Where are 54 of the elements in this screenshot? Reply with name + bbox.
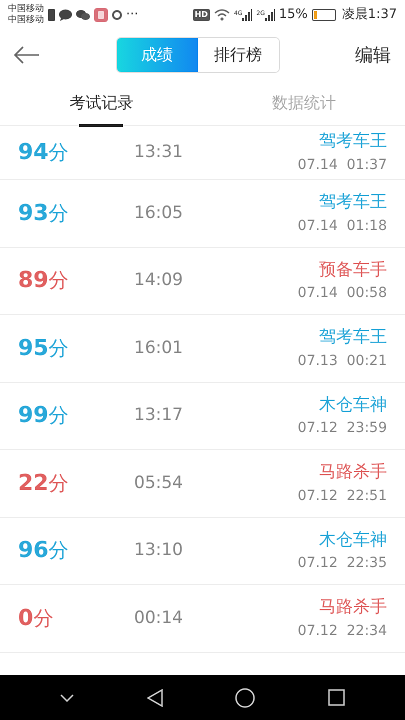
messenger-icon [76, 9, 90, 21]
battery-percent: 15% [278, 6, 308, 24]
wifi-icon [214, 9, 230, 21]
clock: 凌晨1:37 [342, 6, 397, 24]
date-text: 07.12 23:59 [298, 419, 387, 438]
carrier-label: 中国移动 [8, 15, 44, 26]
score-text: 22分 [18, 470, 70, 498]
date-text: 07.13 00:21 [298, 352, 387, 370]
signal-icon [242, 9, 252, 21]
rank-title: 驾考车王 [319, 130, 387, 154]
date-text: 07.12 22:35 [298, 554, 387, 573]
recents-square-icon[interactable] [328, 689, 345, 706]
score-text: 89分 [18, 267, 70, 296]
battery-icon [312, 9, 336, 21]
rank-title: 木仓车神 [319, 394, 387, 416]
carrier-label: 中国移动 [8, 4, 44, 14]
duration-text: 05:54 [134, 472, 183, 492]
duration-text: 13:10 [134, 540, 183, 560]
edit-button[interactable]: 编辑 [355, 42, 391, 68]
more-icon: ··· [126, 5, 138, 25]
circle-icon [112, 10, 122, 20]
duration-text: 14:09 [134, 270, 183, 290]
rank-title: 马路杀手 [319, 596, 387, 619]
duration-text: 16:05 [134, 202, 183, 222]
app-icon [94, 8, 108, 22]
score-text: 99分 [18, 402, 70, 430]
chevron-down-icon[interactable] [60, 694, 74, 702]
score-text: 96分 [18, 537, 70, 566]
rank-title: 驾考车王 [319, 326, 387, 349]
rank-title: 木仓车神 [319, 528, 387, 552]
score-text: 95分 [18, 334, 70, 363]
duration-text: 13:31 [134, 142, 183, 162]
hd-badge: HD [192, 9, 210, 21]
duration-text: 16:01 [134, 338, 183, 358]
rank-title: 驾考车王 [319, 191, 387, 214]
date-text: 07.14 01:37 [298, 156, 387, 175]
tab[interactable]: 考试记录 [65, 80, 138, 126]
sim-card-icon [48, 9, 55, 21]
duration-text: 00:14 [134, 608, 183, 628]
home-circle-icon[interactable] [235, 688, 256, 708]
date-text: 07.14 00:58 [298, 284, 387, 303]
score-text: 0分 [18, 604, 54, 633]
signal-icon [264, 9, 275, 21]
duration-text: 13:17 [134, 405, 183, 425]
date-text: 07.12 22:34 [298, 622, 387, 640]
date-text: 07.14 01:18 [298, 216, 387, 236]
score-text: 93分 [18, 200, 70, 228]
date-text: 07.12 22:51 [298, 486, 387, 506]
back-icon[interactable] [14, 46, 40, 64]
back-triangle-icon[interactable] [146, 688, 163, 706]
rank-title: 马路杀手 [319, 461, 387, 484]
score-text: 94分 [18, 139, 70, 167]
chat-icon [59, 9, 72, 21]
rank-title: 预备车手 [319, 258, 387, 282]
